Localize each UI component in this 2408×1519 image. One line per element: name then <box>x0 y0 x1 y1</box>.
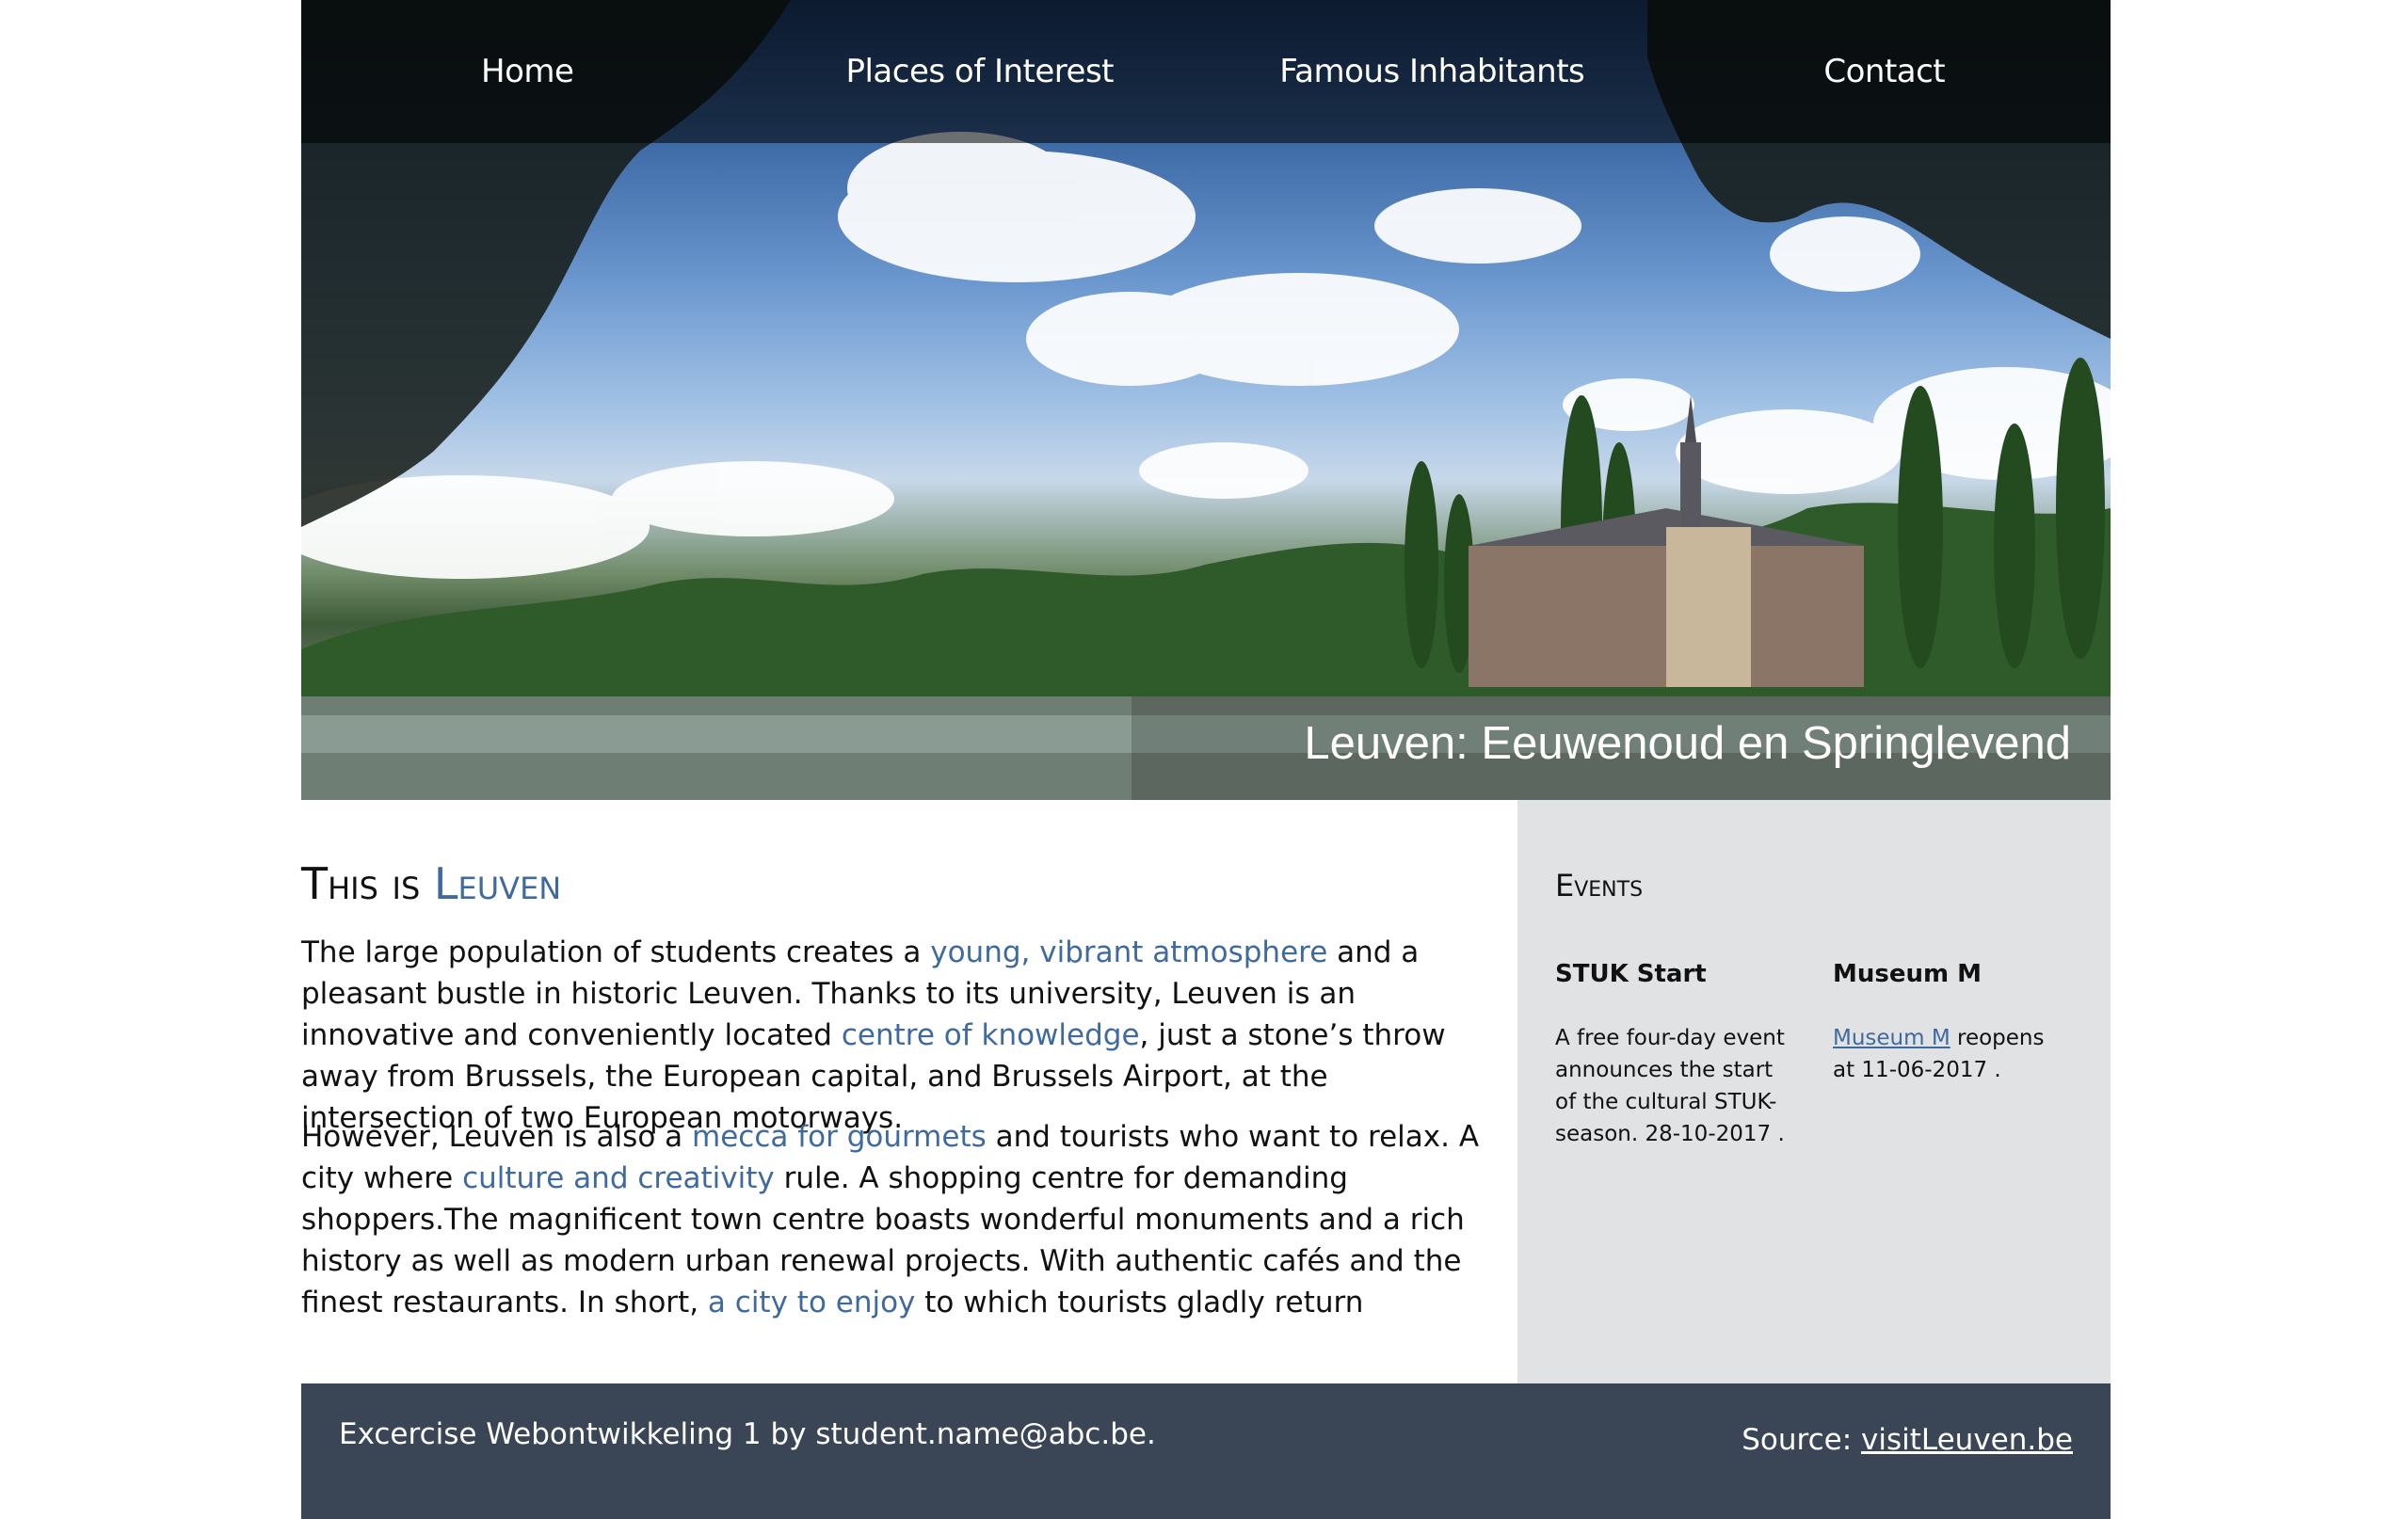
page-title-city: Leuven <box>433 858 562 909</box>
hero-caption: Leuven: Eeuwenoud en Springlevend <box>1304 718 2071 769</box>
nav-home[interactable]: Home <box>301 53 753 90</box>
page-title-prefix: This is <box>301 858 434 909</box>
top-navigation: Home Places of Interest Famous Inhabitan… <box>301 0 2111 143</box>
event-description: A free four-day event announces the star… <box>1555 1026 1785 1146</box>
event-title: STUK Start <box>1555 960 1707 988</box>
link-young-vibrant-atmosphere[interactable]: young, vibrant atmosphere <box>930 935 1327 969</box>
link-centre-of-knowledge[interactable]: centre of knowledge <box>842 1018 1140 1052</box>
link-culture-and-creativity[interactable]: culture and creativity <box>462 1161 775 1195</box>
footer-source-label: Source: <box>1742 1423 1861 1457</box>
event-museum-m: Museum M Museum M reopens at 11-06-2017 … <box>1833 960 2068 1086</box>
event-description: Museum M reopens at 11-06-2017 . <box>1833 1022 2068 1086</box>
intro-paragraph: The large population of students creates… <box>301 932 1497 1139</box>
hero-caption-box: Leuven: Eeuwenoud en Springlevend <box>1132 696 2111 800</box>
link-mecca-for-gourmets[interactable]: mecca for gourmets <box>692 1120 987 1154</box>
second-text-1: However, Leuven is also a <box>301 1120 692 1154</box>
footer: Excercise Webontwikkeling 1 by student.n… <box>301 1383 2111 1519</box>
nav-famous-inhabitants[interactable]: Famous Inhabitants <box>1206 53 1658 90</box>
link-museum-m[interactable]: Museum M <box>1833 1026 1950 1050</box>
intro-text-1: The large population of students creates… <box>301 935 931 969</box>
events-sidebar: Events STUK Start A free four-day event … <box>1517 800 2111 1383</box>
link-a-city-to-enjoy[interactable]: a city to enjoy <box>708 1286 915 1319</box>
second-text-4: to which tourists gladly return <box>915 1286 1364 1319</box>
event-title: Museum M <box>1833 960 1983 988</box>
event-stuk-start: STUK Start A free four-day event announc… <box>1555 960 1790 1150</box>
footer-source: Source: visitLeuven.be <box>1742 1423 2073 1457</box>
nav-contact[interactable]: Contact <box>1659 53 2111 90</box>
link-visitleuven[interactable]: visitLeuven.be <box>1861 1423 2073 1457</box>
nav-places-of-interest[interactable]: Places of Interest <box>754 53 1206 90</box>
second-paragraph: However, Leuven is also a mecca for gour… <box>301 1116 1497 1323</box>
page-title: This is Leuven <box>301 858 561 909</box>
events-title: Events <box>1555 868 1644 903</box>
main-content: This is Leuven The large population of s… <box>301 800 1516 1383</box>
page: Home Places of Interest Famous Inhabitan… <box>301 0 2111 1519</box>
footer-credit: Excercise Webontwikkeling 1 by student.n… <box>339 1417 1156 1451</box>
hero-banner: Home Places of Interest Famous Inhabitan… <box>301 0 2111 800</box>
